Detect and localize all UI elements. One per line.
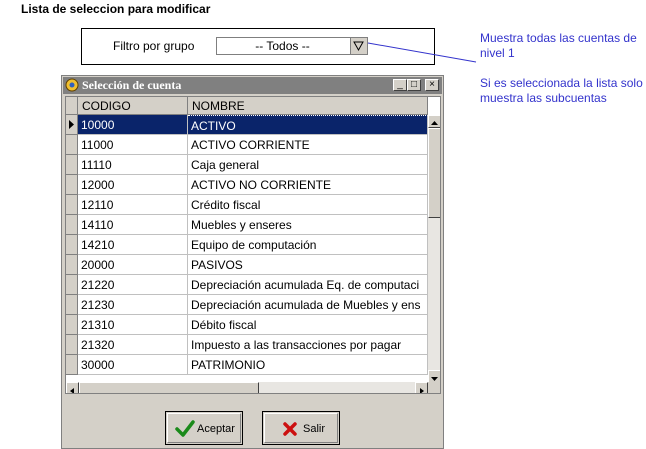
row-selector[interactable] — [66, 235, 78, 255]
cell-codigo[interactable]: 12110 — [78, 195, 188, 215]
scroll-up-button[interactable] — [428, 115, 440, 128]
table-row[interactable]: 21320 Impuesto a las transacciones por pa… — [66, 335, 428, 355]
table-row[interactable]: 21220 Depreciación acumulada Eq. de compu… — [66, 275, 428, 295]
vertical-scrollbar[interactable] — [428, 115, 440, 383]
row-selector[interactable] — [66, 135, 78, 155]
window-title: Selección de cuenta — [82, 78, 182, 92]
filter-panel: Filtro por grupo -- Todos -- — [81, 28, 435, 65]
filter-selected-value: -- Todos -- — [255, 39, 310, 53]
table-row[interactable]: 21230 Depreciación acumulada de Muebles y… — [66, 295, 428, 315]
table-row[interactable]: 21310 Débito fiscal — [66, 315, 428, 335]
arrow-left-icon — [70, 388, 74, 393]
row-selector[interactable] — [66, 155, 78, 175]
dropdown-arrow-button[interactable] — [350, 38, 367, 54]
row-selector[interactable] — [66, 215, 78, 235]
cell-nombre[interactable]: Caja general — [188, 155, 428, 175]
row-selector[interactable] — [66, 315, 78, 335]
cell-nombre[interactable]: Depreciación acumulada Eq. de computaci — [188, 275, 428, 295]
cell-codigo[interactable]: 30000 — [78, 355, 188, 375]
row-selector[interactable] — [66, 195, 78, 215]
cell-codigo[interactable]: 11000 — [78, 135, 188, 155]
cell-codigo[interactable]: 21310 — [78, 315, 188, 335]
table-row[interactable]: 12110 Crédito fiscal — [66, 195, 428, 215]
table-row[interactable]: 14210 Equipo de computación — [66, 235, 428, 255]
window-titlebar[interactable]: Selección de cuenta _ □ × — [63, 77, 442, 94]
scroll-left-button[interactable] — [66, 382, 79, 393]
accounts-grid: CODIGO NOMBRE 10000 ACTIVO 11000 ACTIVO COR… — [65, 96, 441, 394]
table-row[interactable]: 10000 ACTIVO — [66, 115, 428, 135]
cell-nombre[interactable]: Impuesto a las transacciones por pagar — [188, 335, 428, 355]
row-selector[interactable] — [66, 255, 78, 275]
cell-codigo[interactable]: 21320 — [78, 335, 188, 355]
column-header-codigo[interactable]: CODIGO — [78, 97, 188, 115]
group-filter-dropdown[interactable]: -- Todos -- — [216, 37, 368, 55]
app-icon — [65, 78, 79, 92]
exit-button-label: Salir — [303, 423, 326, 435]
page-title: Lista de seleccion para modificar — [21, 2, 211, 16]
header-selector-cell — [66, 97, 78, 115]
exit-button[interactable]: Salir — [262, 411, 340, 445]
cell-codigo[interactable]: 20000 — [78, 255, 188, 275]
cell-nombre[interactable]: Crédito fiscal — [188, 195, 428, 215]
cell-codigo[interactable]: 11110 — [78, 155, 188, 175]
table-row[interactable]: 30000 PATRIMONIO — [66, 355, 428, 375]
current-row-pointer-icon — [69, 120, 74, 129]
cell-nombre[interactable]: PATRIMONIO — [188, 355, 428, 375]
cell-codigo[interactable]: 10000 — [78, 115, 188, 135]
filter-label: Filtro por grupo — [113, 39, 195, 53]
cell-codigo[interactable]: 14110 — [78, 215, 188, 235]
cell-nombre[interactable]: Muebles y enseres — [188, 215, 428, 235]
table-row[interactable]: 11110 Caja general — [66, 155, 428, 175]
column-header-nombre[interactable]: NOMBRE — [188, 97, 428, 115]
row-selector[interactable] — [66, 295, 78, 315]
row-selector[interactable] — [66, 335, 78, 355]
row-selector[interactable] — [66, 355, 78, 375]
accept-button-label: Aceptar — [197, 423, 235, 435]
row-selector[interactable] — [66, 115, 78, 135]
scroll-thumb[interactable] — [428, 128, 440, 218]
cell-nombre[interactable]: Débito fiscal — [188, 315, 428, 335]
cell-nombre[interactable]: Depreciación acumulada de Muebles y ens — [188, 295, 428, 315]
cell-codigo[interactable]: 14210 — [78, 235, 188, 255]
row-selector[interactable] — [66, 175, 78, 195]
minimize-button[interactable]: _ — [393, 79, 407, 91]
maximize-button[interactable]: □ — [407, 79, 421, 91]
cell-nombre[interactable]: ACTIVO — [188, 115, 428, 135]
annotation-note-subaccounts: Si es seleccionada la lista solo muestra… — [480, 76, 643, 105]
button-bevel — [264, 413, 338, 443]
cell-codigo[interactable]: 21220 — [78, 275, 188, 295]
table-row[interactable]: 14110 Muebles y enseres — [66, 215, 428, 235]
cell-nombre[interactable]: Equipo de computación — [188, 235, 428, 255]
table-row[interactable]: 11000 ACTIVO CORRIENTE — [66, 135, 428, 155]
annotation-note-level1: Muestra todas las cuentas de nivel 1 — [480, 31, 637, 60]
chevron-down-icon — [353, 41, 364, 52]
arrow-right-icon — [420, 388, 424, 393]
scroll-right-button[interactable] — [415, 382, 428, 393]
close-button[interactable]: × — [425, 79, 439, 91]
horizontal-scrollbar[interactable] — [66, 382, 428, 393]
account-selection-window: Selección de cuenta _ □ × CODIGO NOMBRE … — [61, 75, 444, 449]
row-selector[interactable] — [66, 275, 78, 295]
check-icon — [175, 420, 195, 437]
scrollbar-corner — [428, 382, 440, 393]
cell-nombre[interactable]: ACTIVO CORRIENTE — [188, 135, 428, 155]
cell-codigo[interactable]: 21230 — [78, 295, 188, 315]
cell-codigo[interactable]: 12000 — [78, 175, 188, 195]
table-row[interactable]: 20000 PASIVOS — [66, 255, 428, 275]
accept-button[interactable]: Aceptar — [165, 411, 243, 445]
cell-nombre[interactable]: PASIVOS — [188, 255, 428, 275]
horizontal-scroll-thumb[interactable] — [79, 382, 259, 393]
x-icon — [283, 422, 297, 436]
table-row[interactable]: 12000 ACTIVO NO CORRIENTE — [66, 175, 428, 195]
cell-nombre[interactable]: ACTIVO NO CORRIENTE — [188, 175, 428, 195]
